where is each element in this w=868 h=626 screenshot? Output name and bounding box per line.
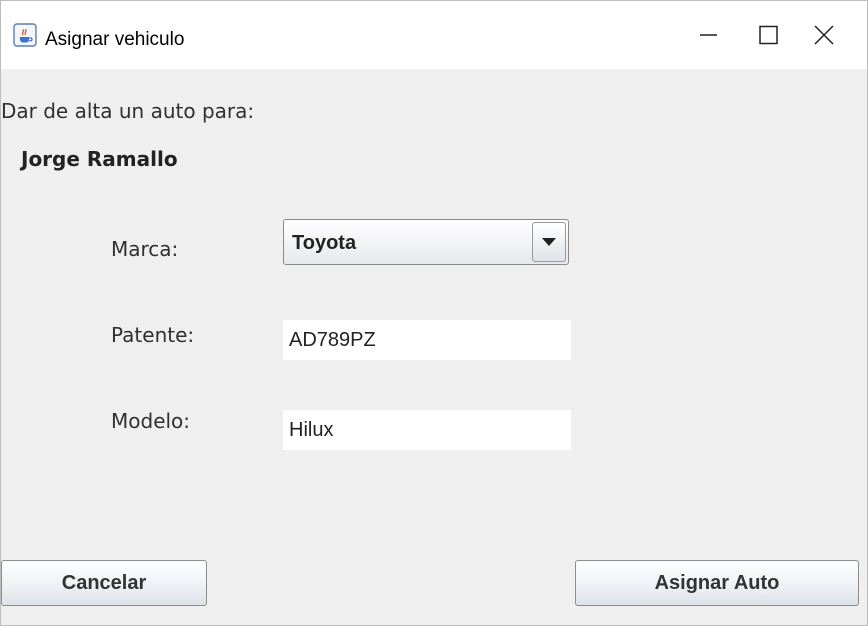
dialog-content: Dar de alta un auto para: Jorge Ramallo …	[1, 69, 867, 625]
intro-text: Dar de alta un auto para:	[1, 99, 255, 123]
marca-combobox[interactable]: Toyota	[283, 219, 569, 265]
modelo-label: Modelo:	[111, 409, 191, 433]
patente-input[interactable]	[283, 320, 571, 360]
close-button[interactable]	[797, 13, 857, 65]
cancel-button[interactable]: Cancelar	[1, 560, 207, 606]
minimize-icon	[700, 34, 717, 36]
close-icon	[814, 25, 834, 45]
patente-label: Patente:	[111, 323, 195, 347]
dialog-window: Asignar vehiculo Dar de alta un auto par…	[0, 0, 868, 626]
minimize-button[interactable]	[681, 13, 741, 65]
maximize-button[interactable]	[739, 13, 799, 65]
window-title: Asignar vehiculo	[45, 29, 185, 50]
modelo-input[interactable]	[283, 410, 571, 450]
marca-label: Marca:	[111, 237, 179, 261]
maximize-icon	[759, 25, 778, 45]
person-name: Jorge Ramallo	[21, 147, 178, 171]
java-cup-icon	[13, 23, 37, 47]
marca-selected-value: Toyota	[292, 232, 357, 254]
assign-car-button[interactable]: Asignar Auto	[575, 560, 859, 606]
marca-dropdown-button[interactable]	[532, 222, 566, 262]
chevron-down-icon	[542, 238, 556, 246]
title-bar[interactable]: Asignar vehiculo	[1, 1, 867, 69]
